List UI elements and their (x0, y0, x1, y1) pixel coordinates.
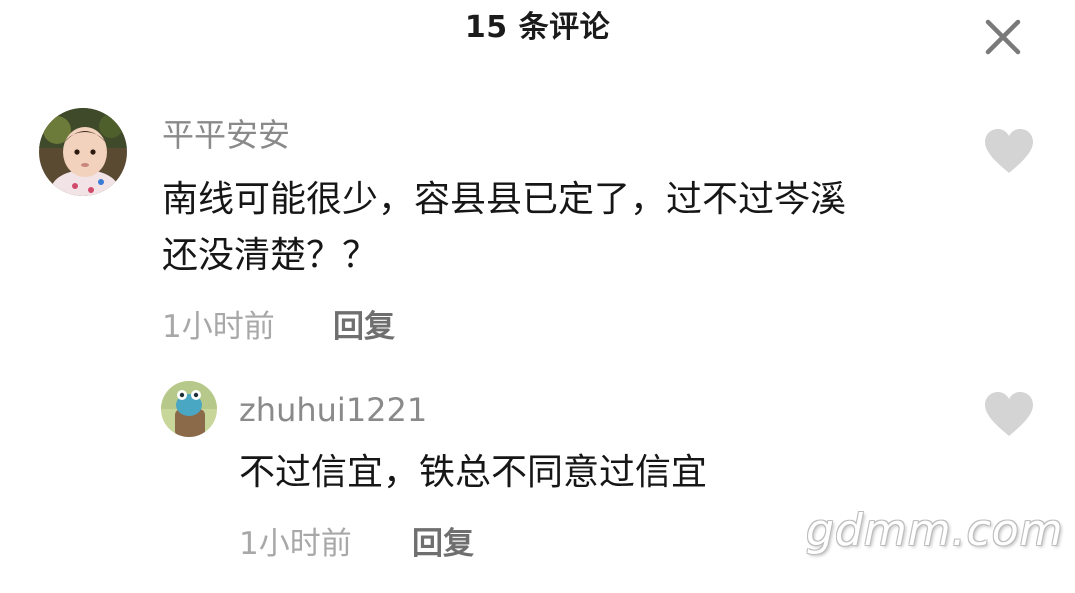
baby-photo-avatar-icon (39, 108, 127, 196)
like-button[interactable] (983, 390, 1035, 438)
reply-button[interactable]: 回复 (412, 522, 474, 566)
comment-username[interactable]: zhuhui1221 (239, 388, 427, 432)
comment-text-line: 南线可能很少，容县县已定了，过不过岑溪 (162, 179, 847, 220)
comment-timestamp: 1小时前 (239, 526, 352, 562)
comments-panel: 15 条评论 平平安安 南线可能很少，容县县已定了，过不过岑溪 还没清楚？？ 1… (0, 0, 1075, 593)
watermark: gdmm.com (806, 505, 1064, 556)
heart-icon (985, 129, 1033, 173)
comment-text-line: 不过信宜，铁总不同意过信宜 (239, 452, 708, 493)
comments-count-title: 15 条评论 (464, 10, 611, 45)
heart-icon (985, 392, 1033, 436)
comment-timestamp: 1小时前 (162, 309, 275, 345)
cartoon-avatar-icon (161, 381, 217, 437)
close-button[interactable] (982, 16, 1024, 58)
comment-text-line: 还没清楚？？ (162, 235, 379, 276)
close-icon (985, 19, 1021, 55)
like-button[interactable] (983, 127, 1035, 175)
avatar[interactable] (161, 381, 217, 437)
avatar[interactable] (39, 108, 127, 196)
comment-username[interactable]: 平平安安 (162, 113, 290, 157)
reply-button[interactable]: 回复 (333, 305, 395, 349)
